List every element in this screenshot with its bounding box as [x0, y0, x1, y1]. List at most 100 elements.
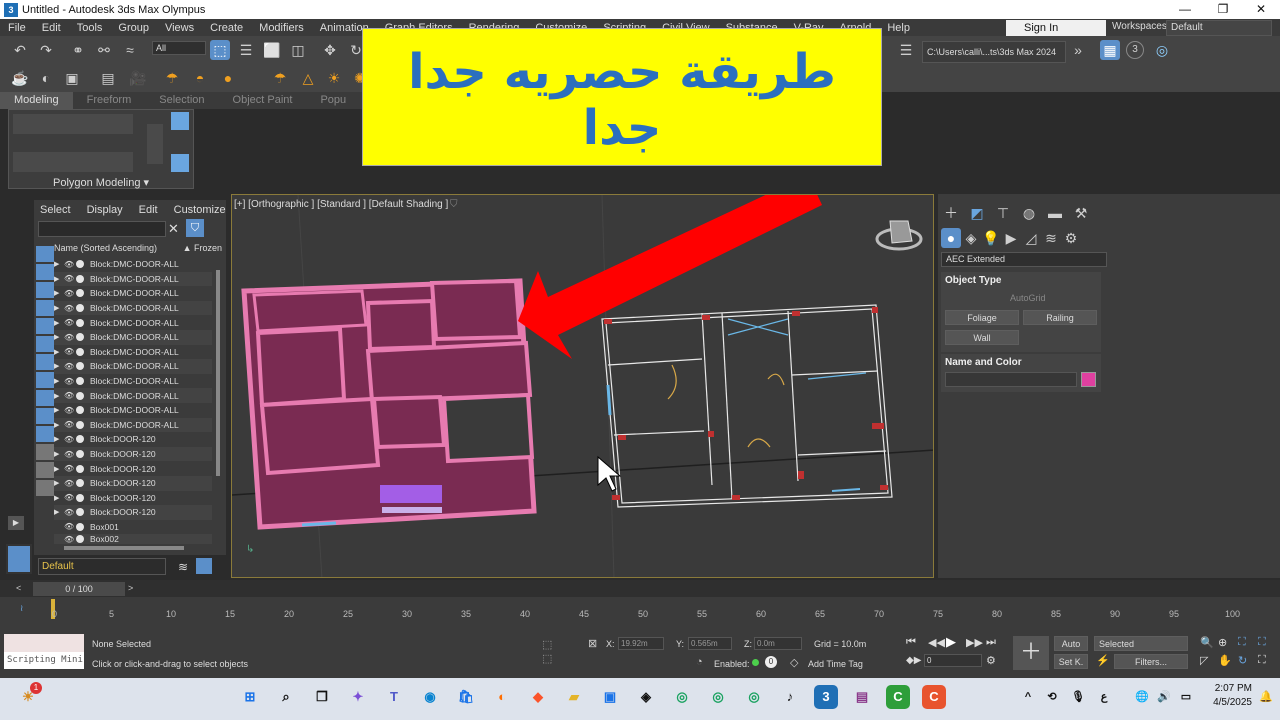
close-button[interactable]: ✕: [1242, 0, 1280, 19]
eye-icon[interactable]: 👁: [64, 304, 76, 313]
zoom-extents-all-icon[interactable]: ⛶: [1258, 636, 1266, 649]
auto-key-button[interactable]: Auto: [1054, 636, 1088, 651]
expand-arrow-icon[interactable]: ▶: [54, 435, 64, 443]
viewport-orthographic[interactable]: [231, 194, 934, 578]
eye-icon[interactable]: 👁: [64, 493, 76, 502]
display-particles-icon[interactable]: [36, 426, 54, 442]
move-icon[interactable]: ✥: [320, 40, 340, 60]
frozen-column-header[interactable]: ▲ Frozen: [183, 243, 222, 253]
undo-icon[interactable]: ↶: [10, 40, 30, 60]
selection-filter-select[interactable]: All: [152, 41, 206, 55]
display-cameras-icon[interactable]: [36, 300, 54, 316]
expand-arrow-icon[interactable]: ▶: [54, 289, 64, 297]
eye-icon[interactable]: 👁: [64, 362, 76, 371]
display-all-icon[interactable]: [36, 444, 54, 460]
rectangular-selection-icon[interactable]: ⬜: [262, 40, 282, 60]
zoom-extents-icon[interactable]: ⛶: [1238, 636, 1246, 649]
frame-indicator[interactable]: 0 / 100: [33, 582, 125, 596]
maximize-viewport-icon[interactable]: ⛶: [1258, 654, 1266, 667]
goto-start-icon[interactable]: ⏮: [906, 636, 916, 649]
ribbon-small-tools[interactable]: [147, 124, 163, 164]
bind-space-warp-icon[interactable]: ≈: [120, 40, 140, 60]
layer-select[interactable]: Default: [38, 558, 166, 575]
workspaces-select[interactable]: Default: [1166, 20, 1272, 36]
list-scrollbar[interactable]: [216, 270, 220, 476]
menu-file[interactable]: File: [0, 22, 34, 34]
winrar-icon[interactable]: ▤: [850, 685, 874, 709]
next-key-icon[interactable]: ▶▶: [966, 636, 983, 649]
key-filter-icon[interactable]: ⚡: [1096, 654, 1110, 667]
teams-icon[interactable]: T: [382, 685, 406, 709]
layer-manager-icon[interactable]: [196, 558, 212, 574]
eye-icon[interactable]: 👁: [64, 522, 76, 531]
menu-modifiers[interactable]: Modifiers: [251, 22, 312, 34]
key-mode-icon[interactable]: ◆▶: [906, 655, 921, 666]
filter-icon[interactable]: ⛉: [186, 219, 204, 237]
eye-icon[interactable]: 👁: [64, 318, 76, 327]
render-dot-icon[interactable]: [76, 260, 84, 269]
goto-end-icon[interactable]: ⏭: [986, 636, 996, 649]
render-dot-icon[interactable]: [76, 508, 84, 517]
ribbon-tool-row[interactable]: [13, 152, 133, 172]
shapes-icon[interactable]: ◈: [961, 228, 981, 248]
display-spacewarps-icon[interactable]: [36, 336, 54, 352]
render-dot-icon[interactable]: [76, 304, 84, 313]
dome-light-icon[interactable]: ◓: [190, 68, 210, 88]
se-menu-select[interactable]: Select: [40, 204, 71, 216]
scripting-mini-listener[interactable]: Scripting Mini: [4, 652, 84, 669]
zoom-icon[interactable]: 🔍: [1200, 636, 1214, 649]
y-coordinate-field[interactable]: 0.565m: [688, 637, 732, 650]
firefox-icon[interactable]: ◐: [490, 685, 514, 709]
list-item[interactable]: ▶ 👁 Block:DMC-DOOR-ALL: [54, 417, 212, 433]
eye-icon[interactable]: 👁: [64, 464, 76, 473]
render-dot-icon[interactable]: [76, 435, 84, 444]
time-tag-icon[interactable]: ◇: [790, 656, 798, 669]
start-menu-icon[interactable]: ⊞: [238, 685, 262, 709]
volume-icon[interactable]: 🔊: [1152, 685, 1176, 709]
menu-help[interactable]: Help: [879, 22, 918, 34]
display-lights-icon[interactable]: [36, 282, 54, 298]
search-icon[interactable]: ⌕: [274, 685, 298, 709]
select-object-icon[interactable]: ⬚: [210, 40, 230, 60]
sphere-light-icon[interactable]: ●: [218, 68, 238, 88]
list-item[interactable]: ▶ 👁 Block:DOOR-120: [54, 446, 212, 462]
display-none-icon[interactable]: [36, 462, 54, 478]
recorder-icon[interactable]: C: [922, 685, 946, 709]
helpers-icon[interactable]: ◿: [1021, 228, 1041, 248]
expand-arrow-icon[interactable]: ▶: [54, 494, 64, 502]
lock-selection-icon[interactable]: ⬚: [542, 652, 552, 665]
prev-frame-icon[interactable]: <: [16, 583, 21, 593]
menu-edit[interactable]: Edit: [34, 22, 69, 34]
unlink-icon[interactable]: ⚯: [94, 40, 114, 60]
set-key-big-button[interactable]: ＋: [1013, 636, 1049, 670]
chrome-profile-icon[interactable]: ◎: [706, 685, 730, 709]
display-helpers-icon[interactable]: [36, 318, 54, 334]
copilot-icon[interactable]: ✦: [346, 685, 370, 709]
tab-object-paint[interactable]: Object Paint: [219, 92, 307, 109]
ribbon-tool-row[interactable]: [13, 114, 133, 134]
viewport-label[interactable]: [+] [Orthographic ] [Standard ] [Default…: [234, 199, 448, 210]
eye-icon[interactable]: 👁: [64, 450, 76, 459]
systems-icon[interactable]: ⚙: [1061, 228, 1081, 248]
se-menu-customize[interactable]: Customize: [174, 204, 226, 216]
render-frame-icon[interactable]: ▤: [98, 68, 118, 88]
eye-icon[interactable]: 👁: [64, 333, 76, 342]
object-name-field[interactable]: [945, 372, 1077, 387]
play-icon[interactable]: ▶: [8, 516, 24, 530]
camtasia-icon[interactable]: C: [886, 685, 910, 709]
microphone-icon[interactable]: 🎙: [1066, 685, 1090, 709]
maximize-button[interactable]: ❐: [1204, 0, 1242, 19]
ribbon-collapse-icon[interactable]: [171, 154, 189, 172]
display-geometry-icon[interactable]: [36, 246, 54, 262]
eye-icon[interactable]: 👁: [64, 479, 76, 488]
list-item[interactable]: ▶ 👁 Block:DMC-DOOR-ALL: [54, 359, 212, 374]
brave-icon[interactable]: ◆: [526, 685, 550, 709]
geometry-icon[interactable]: ●: [941, 228, 961, 248]
list-item[interactable]: ▶ 👁 Block:DMC-DOOR-ALL: [54, 286, 212, 301]
se-menu-edit[interactable]: Edit: [139, 204, 158, 216]
display-containers-icon[interactable]: [36, 408, 54, 424]
list-item[interactable]: ▶ 👁 Block:DMC-DOOR-ALL: [54, 300, 212, 316]
display-tab-icon[interactable]: ▬: [1045, 203, 1065, 223]
list-item[interactable]: ▶ 👁 Block:DOOR-120: [54, 491, 212, 506]
render-dot-icon[interactable]: [76, 464, 84, 473]
